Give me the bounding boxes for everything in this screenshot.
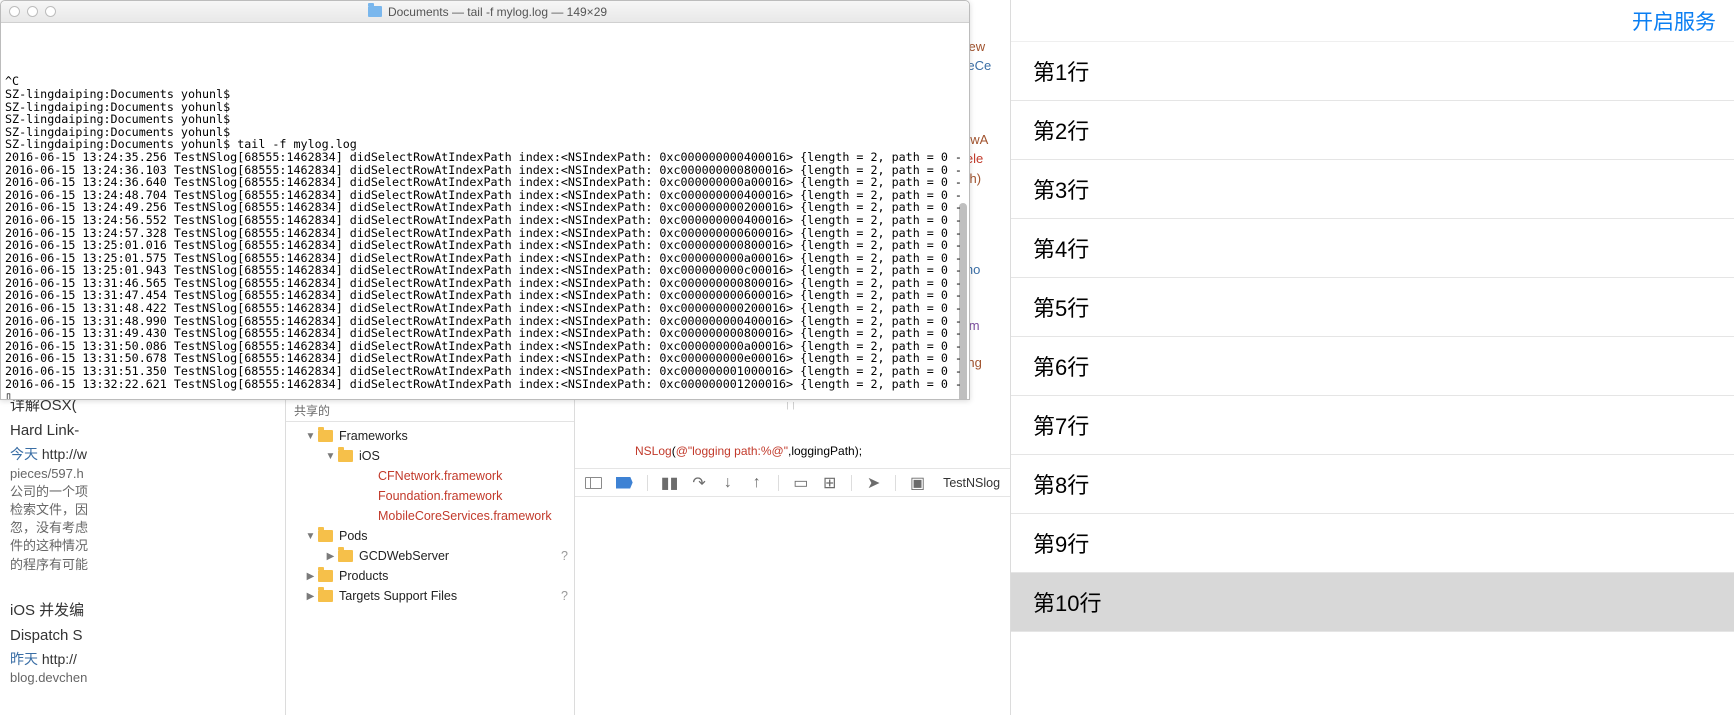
terminal-body[interactable]: ^C SZ-lingdaiping:Documents yohunl$ SZ-l…	[1, 23, 969, 399]
tree-item-cfnetwork-framework[interactable]: CFNetwork.framework	[286, 466, 574, 486]
tree-item-ios[interactable]: iOS	[286, 446, 574, 466]
pause-icon[interactable]: ▮▮	[662, 476, 678, 490]
code-line: NSLog(@"logging path:%@",loggingPath);	[575, 438, 1010, 469]
scrollbar-thumb[interactable]	[959, 203, 967, 399]
url-fragment: http://w	[42, 446, 87, 462]
tree-item-frameworks[interactable]: Frameworks	[286, 426, 574, 446]
article-body: 的程序有可能	[10, 556, 90, 574]
terminal-window[interactable]: Documents — tail -f mylog.log — 149×29 ^…	[0, 0, 970, 400]
article-peek: 详解OSX( Hard Link- 今天 http://w pieces/597…	[0, 395, 90, 688]
zoom-icon[interactable]	[45, 6, 56, 17]
article-body: pieces/597.h	[10, 465, 90, 483]
step-into-icon[interactable]: ↓	[720, 476, 735, 490]
view-debug-icon[interactable]: ▭	[793, 476, 808, 490]
tree-item-gcdwebserver[interactable]: GCDWebServer?	[286, 546, 574, 566]
disclosure-triangle-icon[interactable]	[326, 452, 335, 461]
traffic-lights	[9, 6, 56, 17]
article-title[interactable]: Hard Link-	[10, 420, 90, 441]
date-label: 昨天	[10, 651, 42, 667]
disclosure-triangle-icon[interactable]	[306, 572, 315, 581]
table-row-10[interactable]: 第10行	[1011, 573, 1734, 632]
tree-item-label: iOS	[359, 449, 574, 463]
file-tree: Frameworks iOS CFNetwork.framework Foundati…	[286, 422, 574, 606]
folder-icon	[368, 6, 382, 17]
separator	[778, 475, 779, 491]
folder-icon	[318, 530, 333, 542]
disclosure-triangle-icon[interactable]	[326, 552, 335, 561]
url-fragment: http://	[42, 651, 77, 667]
panel-toggle-icon[interactable]	[585, 477, 602, 489]
table-row-5[interactable]: 第5行	[1011, 278, 1734, 337]
start-service-button[interactable]: 开启服务	[1632, 6, 1716, 36]
table-row-4[interactable]: 第4行	[1011, 219, 1734, 278]
folder-icon	[338, 550, 353, 562]
editor-peek: || NSLog(@"logging path:%@",loggingPath)…	[575, 400, 1010, 715]
terminal-output: ^C SZ-lingdaiping:Documents yohunl$ SZ-l…	[5, 25, 965, 399]
date-label: 今天	[10, 446, 42, 462]
folder-icon	[318, 430, 333, 442]
table-row-1[interactable]: 第1行	[1011, 42, 1734, 101]
tree-item-targets-support-files[interactable]: Targets Support Files?	[286, 586, 574, 606]
memory-graph-icon[interactable]: ⊞	[822, 476, 837, 490]
tree-item-label: Foundation.framework	[378, 489, 574, 503]
tree-item-label: CFNetwork.framework	[378, 469, 574, 483]
table-view[interactable]: 第1行第2行第3行第4行第5行第6行第7行第8行第9行第10行	[1011, 42, 1734, 715]
article-title[interactable]: Dispatch S	[10, 625, 90, 646]
left-region: eView ableCe :RowA dSele Path) (iPho en(…	[0, 0, 1010, 715]
tree-item-label: Pods	[339, 529, 574, 543]
tree-item-label: Frameworks	[339, 429, 574, 443]
debug-target-label[interactable]: TestNSlog	[943, 476, 1000, 490]
tree-item-label: Products	[339, 569, 574, 583]
table-row-6[interactable]: 第6行	[1011, 337, 1734, 396]
step-out-icon[interactable]: ↑	[749, 476, 764, 490]
article-body: 件的这种情况	[10, 537, 90, 555]
terminal-titlebar[interactable]: Documents — tail -f mylog.log — 149×29	[1, 1, 969, 23]
nav-bar: 开启服务	[1011, 0, 1734, 42]
resizer-handle[interactable]: ||	[575, 400, 1010, 410]
folder-icon	[338, 450, 353, 462]
table-row-7[interactable]: 第7行	[1011, 396, 1734, 455]
step-over-icon[interactable]: ↷	[692, 476, 707, 490]
table-row-2[interactable]: 第2行	[1011, 101, 1734, 160]
root: eView ableCe :RowA dSele Path) (iPho en(…	[0, 0, 1734, 715]
tree-item-mobilecoreservices-framework[interactable]: MobileCoreServices.framework	[286, 506, 574, 526]
table-row-8[interactable]: 第8行	[1011, 455, 1734, 514]
tree-item-label: MobileCoreServices.framework	[378, 509, 574, 523]
disclosure-triangle-icon[interactable]	[306, 432, 315, 441]
table-row-3[interactable]: 第3行	[1011, 160, 1734, 219]
tree-item-label: Targets Support Files	[339, 589, 561, 603]
simulator-pane: 开启服务 第1行第2行第3行第4行第5行第6行第7行第8行第9行第10行	[1010, 0, 1734, 715]
scm-status-badge: ?	[561, 549, 568, 563]
navigator-section-header: 共享的	[286, 400, 574, 422]
tree-item-pods[interactable]: Pods	[286, 526, 574, 546]
terminal-title: Documents — tail -f mylog.log — 149×29	[56, 5, 919, 19]
scm-status-badge: ?	[561, 589, 568, 603]
folder-icon	[318, 590, 333, 602]
article-body: blog.devchen	[10, 669, 90, 687]
separator	[851, 475, 852, 491]
table-row-9[interactable]: 第9行	[1011, 514, 1734, 573]
project-navigator[interactable]: 共享的 Frameworks iOS CFNetwork.framework Foun…	[285, 400, 575, 715]
article-body: 忽，没有考虑	[10, 519, 90, 537]
folder-icon	[318, 570, 333, 582]
disclosure-triangle-icon[interactable]	[306, 532, 315, 541]
location-icon[interactable]: ➤	[866, 476, 881, 490]
process-icon: ▣	[910, 476, 925, 490]
article-body: 检索文件，因	[10, 501, 90, 519]
terminal-title-text: Documents — tail -f mylog.log — 149×29	[388, 5, 607, 19]
separator	[895, 475, 896, 491]
close-icon[interactable]	[9, 6, 20, 17]
tree-item-foundation-framework[interactable]: Foundation.framework	[286, 486, 574, 506]
tree-item-products[interactable]: Products	[286, 566, 574, 586]
separator	[647, 475, 648, 491]
breakpoint-icon[interactable]	[616, 477, 633, 489]
minimize-icon[interactable]	[27, 6, 38, 17]
disclosure-triangle-icon[interactable]	[306, 592, 315, 601]
article-title[interactable]: iOS 并发编	[10, 600, 90, 621]
article-body: 公司的一个项	[10, 483, 90, 501]
tree-item-label: GCDWebServer	[359, 549, 561, 563]
debug-toolbar: ▮▮ ↷ ↓ ↑ ▭ ⊞ ➤ ▣ TestNSlog	[575, 469, 1010, 497]
